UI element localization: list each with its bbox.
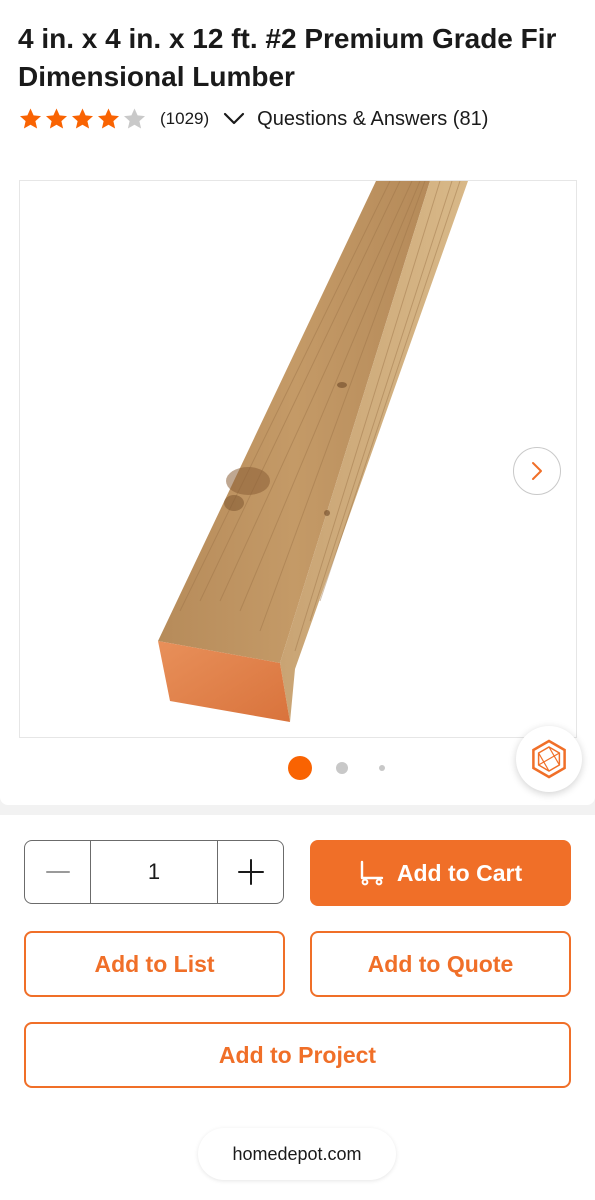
browser-url-bar[interactable]: homedepot.com	[198, 1128, 396, 1180]
plus-icon	[237, 859, 264, 885]
product-image[interactable]	[19, 180, 577, 738]
home-depot-hexagon-button[interactable]	[516, 726, 582, 792]
next-image-button[interactable]	[513, 447, 561, 495]
star-empty-icon	[124, 108, 145, 129]
pagination-dot[interactable]	[336, 762, 348, 774]
decrement-button[interactable]	[25, 841, 90, 903]
chevron-right-icon	[532, 462, 542, 480]
product-page: 4 in. x 4 in. x 12 ft. #2 Premium Grade …	[0, 0, 595, 1200]
minus-icon	[45, 871, 70, 873]
pagination-dot-active[interactable]	[288, 756, 312, 780]
quantity-stepper	[24, 840, 284, 904]
star-rating[interactable]	[18, 107, 148, 131]
add-to-quote-label: Add to Quote	[367, 950, 514, 977]
lumber-post-image	[158, 181, 468, 722]
review-count-link[interactable]: (1029)	[160, 109, 209, 129]
image-pagination	[0, 756, 595, 780]
star-icon	[72, 108, 93, 129]
product-title: 4 in. x 4 in. x 12 ft. #2 Premium Grade …	[18, 23, 557, 92]
chevron-down-icon[interactable]	[223, 112, 245, 126]
star-icon	[98, 108, 119, 129]
home-depot-hexagon-icon	[532, 739, 566, 779]
add-to-project-label: Add to Project	[218, 1041, 377, 1068]
pagination-dot[interactable]	[379, 765, 385, 771]
star-icon	[46, 108, 67, 129]
questions-answers-link[interactable]: Questions & Answers (81)	[257, 108, 488, 131]
add-to-cart-label: Add to Cart	[396, 859, 523, 886]
quantity-input[interactable]	[90, 841, 218, 903]
star-icon	[20, 108, 41, 129]
add-to-cart-button[interactable]: Add to Cart	[310, 840, 571, 906]
add-to-quote-button[interactable]: Add to Quote	[310, 931, 571, 997]
add-to-project-button[interactable]: Add to Project	[24, 1022, 571, 1088]
increment-button[interactable]	[218, 841, 283, 903]
add-to-list-button[interactable]: Add to List	[24, 931, 285, 997]
product-header-card: 4 in. x 4 in. x 12 ft. #2 Premium Grade …	[0, 0, 595, 805]
cart-dolly-icon	[360, 860, 384, 886]
add-to-list-label: Add to List	[94, 950, 215, 977]
rating-row: (1029) Questions & Answers (81)	[18, 104, 488, 134]
url-text: homedepot.com	[232, 1143, 362, 1164]
